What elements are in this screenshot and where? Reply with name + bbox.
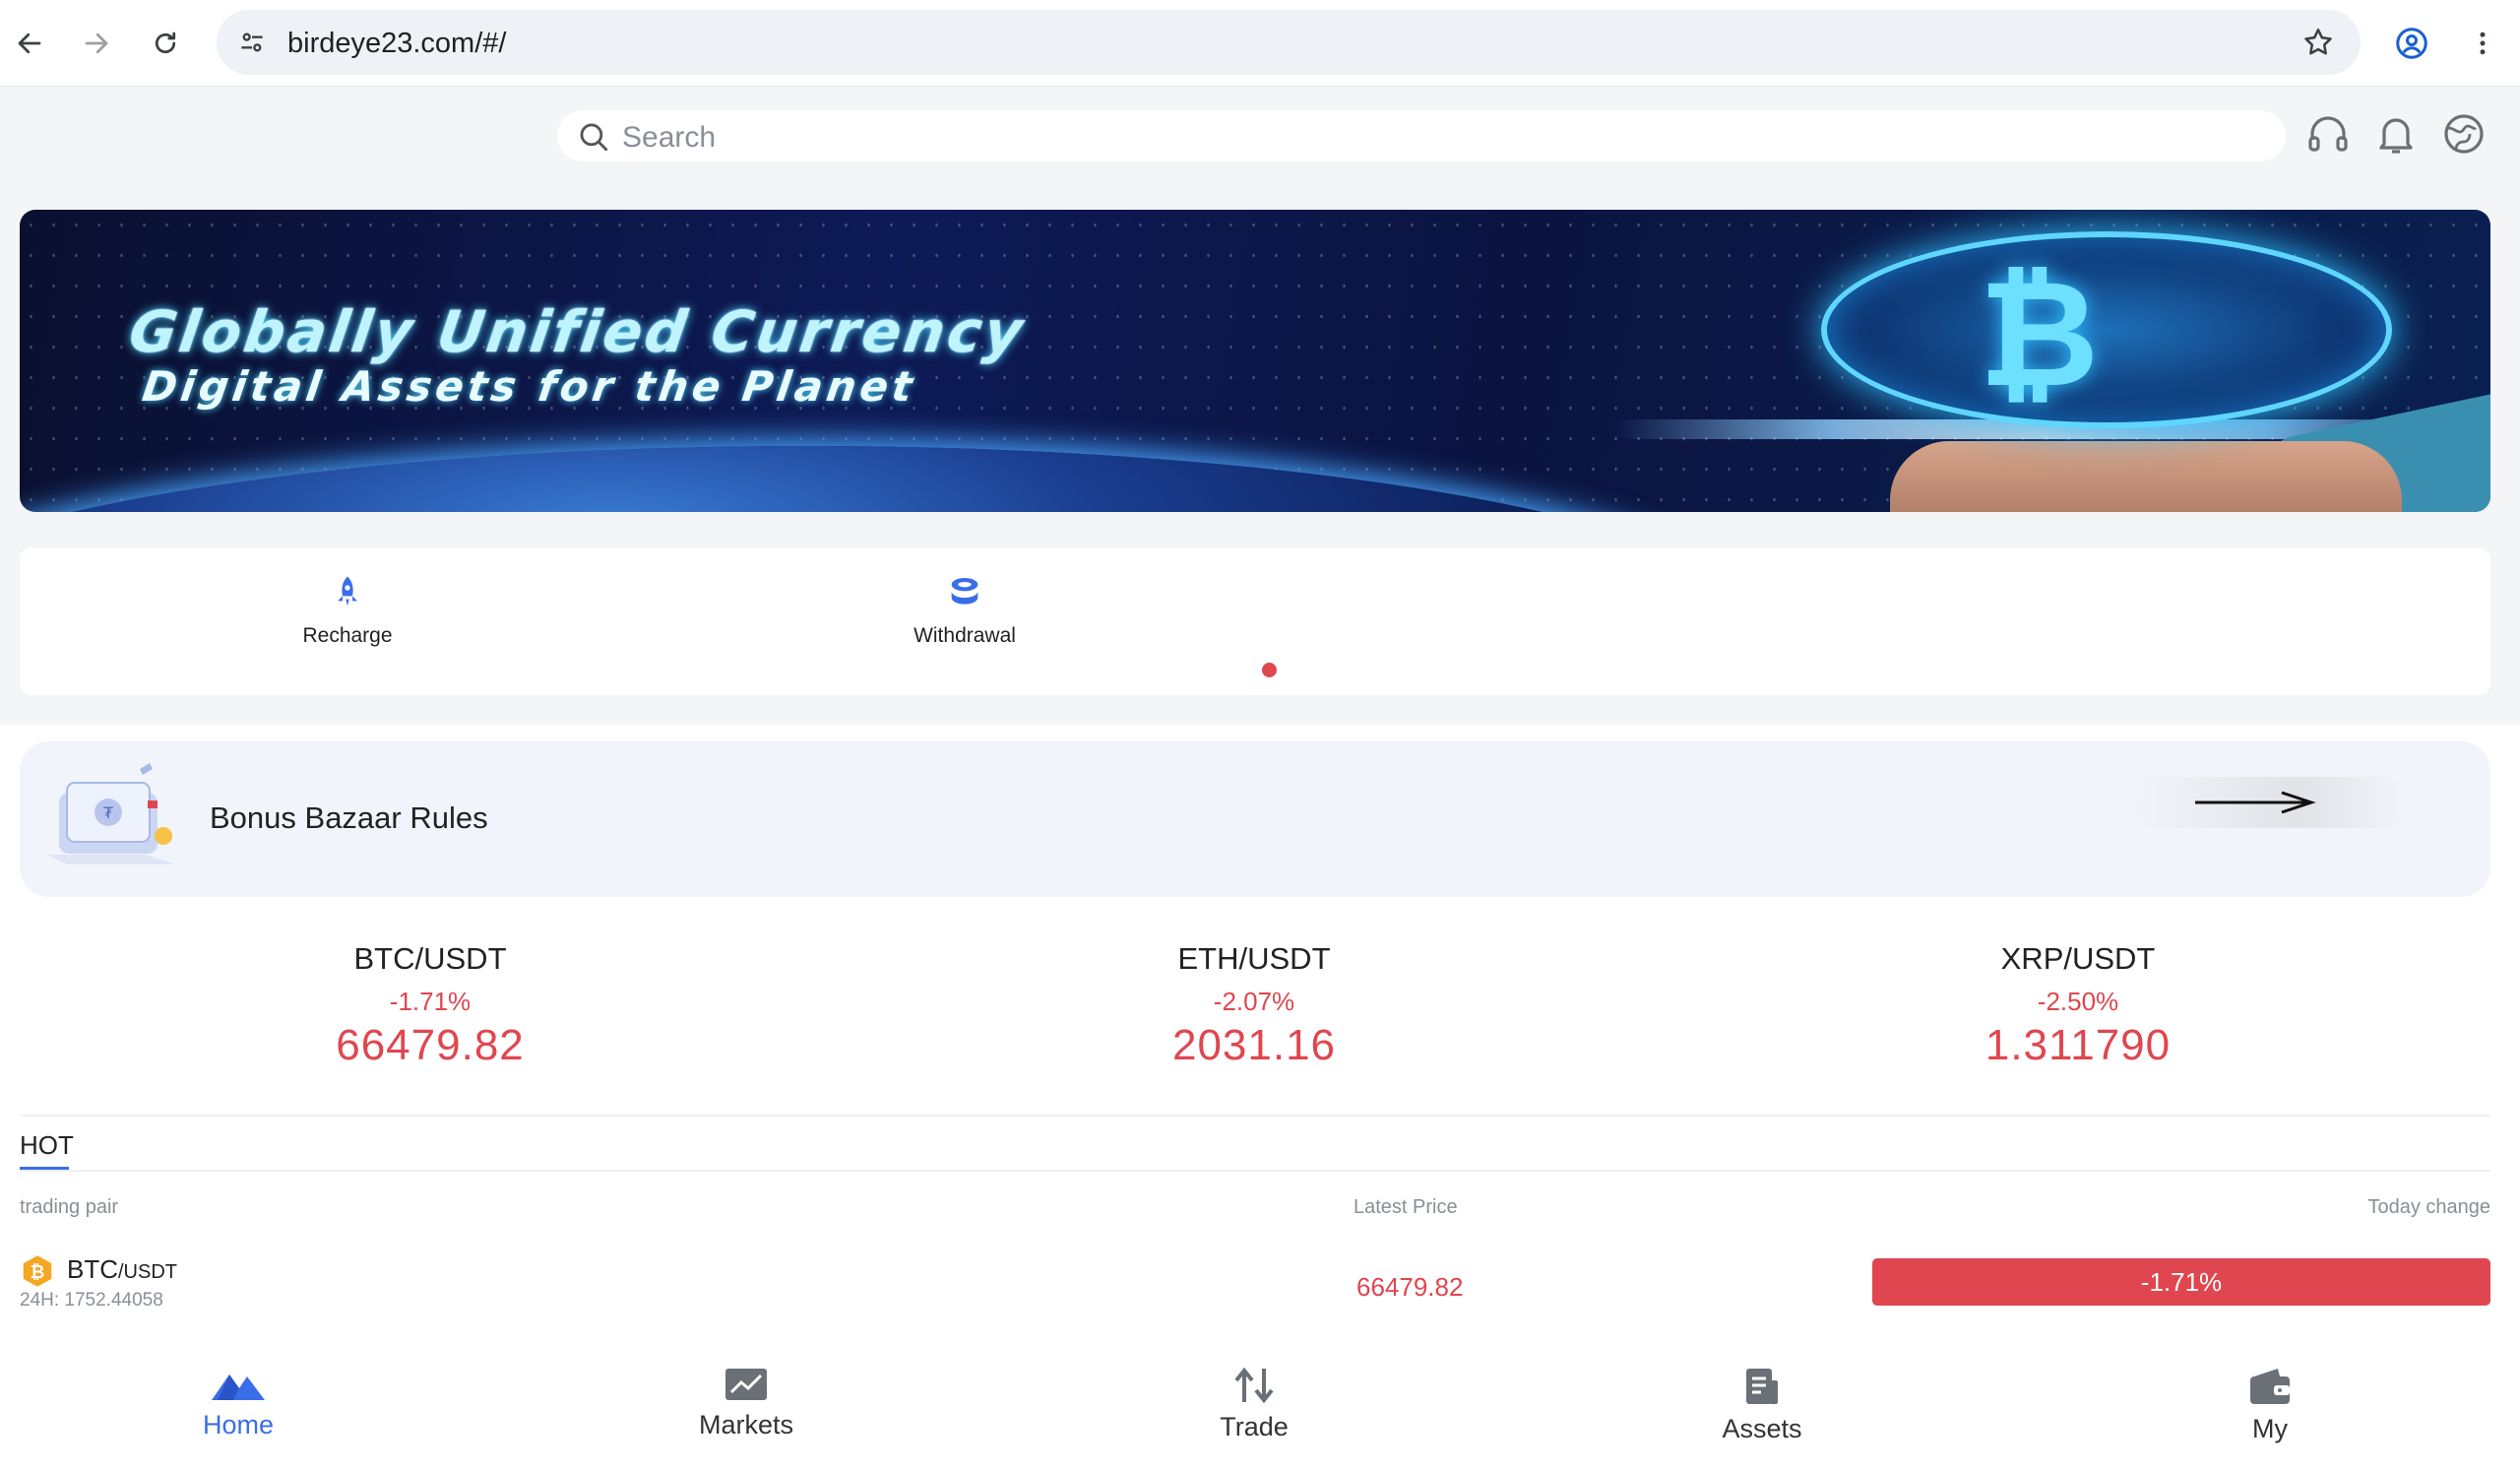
row-volume: 24H: 1752.44058 [20, 1290, 163, 1311]
globe-icon[interactable] [2440, 110, 2489, 160]
tab-markets-label: Markets [698, 1410, 794, 1439]
up-down-arrows-icon [1234, 1367, 1274, 1404]
top-bar: Search [0, 87, 2520, 185]
row-quote: /USDT [118, 1261, 177, 1283]
tab-trade[interactable]: Trade [1156, 1367, 1353, 1442]
tab-home[interactable]: Home [140, 1367, 337, 1440]
tab-home-label: Home [202, 1410, 275, 1439]
ticker-change: -1.71% [389, 987, 472, 1016]
wallet-icon [2250, 1369, 2290, 1404]
ticker-xrp[interactable]: XRP/USDT -2.50% 1.311790 [1832, 941, 2324, 1070]
browser-toolbar: birdeye23.com/#/ [0, 0, 2520, 87]
search-icon [580, 123, 608, 152]
profile-icon[interactable] [2388, 20, 2435, 67]
header-today-change: Today change [2367, 1196, 2490, 1218]
reload-icon[interactable] [142, 20, 189, 67]
tab-trade-label: Trade [1220, 1412, 1289, 1441]
rocket-icon [338, 576, 357, 607]
hand-graphic [1890, 441, 2402, 512]
site-settings-icon[interactable] [236, 27, 268, 63]
svg-text:₿: ₿ [31, 1262, 45, 1283]
tab-hot[interactable]: HOT [20, 1130, 74, 1161]
row-base: BTC [67, 1254, 118, 1284]
banner-subtitle: Digital Assets for the Planet [139, 362, 919, 411]
quick-actions: Recharge Withdrawal [20, 547, 2490, 695]
ticker-price: 2031.16 [1171, 1021, 1337, 1069]
tab-assets[interactable]: Assets [1664, 1367, 1860, 1444]
ticker-price: 1.311790 [1984, 1021, 2172, 1069]
tab-my[interactable]: My [2172, 1367, 2368, 1444]
bonus-arrow-button[interactable] [2132, 777, 2408, 828]
app-viewport: Search ₿ Globally Unified Currency Digit… [0, 87, 2520, 1471]
headset-icon[interactable] [2304, 110, 2354, 160]
header-trading-pair: trading pair [20, 1196, 119, 1218]
ticker-price: 66479.82 [336, 1021, 525, 1069]
bonus-bazaar-card[interactable]: ₮ Bonus Bazaar Rules [20, 741, 2490, 897]
promo-banner[interactable]: ₿ Globally Unified Currency Digital Asse… [20, 210, 2490, 512]
document-icon [1746, 1369, 1778, 1404]
forward-arrow-icon[interactable] [73, 20, 120, 67]
row-pair: BTC/USDT [67, 1254, 177, 1285]
recharge-label: Recharge [302, 624, 393, 647]
bell-icon[interactable] [2372, 110, 2422, 160]
ticker-btc[interactable]: BTC/USDT -1.71% 66479.82 [184, 941, 676, 1070]
section-divider [20, 1115, 2490, 1117]
search-placeholder: Search [622, 121, 717, 154]
withdrawal-button[interactable]: Withdrawal [866, 573, 1063, 648]
ticker-pair: XRP/USDT [2000, 941, 2156, 976]
bitcoin-symbol-icon: ₿ [1979, 249, 2100, 420]
ticker-change: -2.07% [1213, 987, 1295, 1016]
banner-title: Globally Unified Currency [125, 298, 1030, 365]
ticker-change: -2.50% [2037, 987, 2119, 1016]
back-arrow-icon[interactable] [6, 20, 53, 67]
tab-assets-label: Assets [1722, 1414, 1802, 1443]
more-vert-icon[interactable] [2459, 20, 2506, 67]
bottom-tab-bar: Home Markets Trade Assets My [0, 1337, 2520, 1471]
btc-coin-icon: ₿ [23, 1255, 52, 1287]
svg-text:₮: ₮ [103, 803, 114, 822]
wallet-illustration-icon: ₮ [47, 763, 175, 864]
row-price: 66479.82 [1356, 1272, 1464, 1302]
ticker-pair: BTC/USDT [353, 941, 507, 976]
coins-icon [951, 578, 978, 605]
arrow-right-icon [2195, 791, 2316, 814]
ticker-pair: ETH/USDT [1177, 941, 1331, 976]
tab-my-label: My [2252, 1414, 2288, 1443]
home-mountain-icon [212, 1375, 265, 1400]
url-text[interactable]: birdeye23.com/#/ [287, 28, 506, 60]
search-input[interactable]: Search [557, 110, 2286, 161]
tab-markets[interactable]: Markets [648, 1367, 845, 1440]
header-latest-price: Latest Price [1354, 1196, 1458, 1218]
bookmark-star-icon[interactable] [2301, 26, 2335, 64]
ticker-eth[interactable]: ETH/USDT -2.07% 2031.16 [1008, 941, 1500, 1070]
chart-icon [725, 1369, 767, 1400]
address-bar[interactable]: birdeye23.com/#/ [217, 10, 2361, 75]
tab-divider [20, 1170, 2490, 1172]
row-change-badge[interactable]: -1.71% [1872, 1258, 2490, 1306]
withdrawal-label: Withdrawal [914, 624, 1016, 647]
pagination-dot[interactable] [1262, 663, 1277, 677]
recharge-button[interactable]: Recharge [249, 573, 446, 648]
bonus-bazaar-label: Bonus Bazaar Rules [210, 800, 488, 835]
bitcoin-coin-graphic [1821, 231, 2392, 428]
